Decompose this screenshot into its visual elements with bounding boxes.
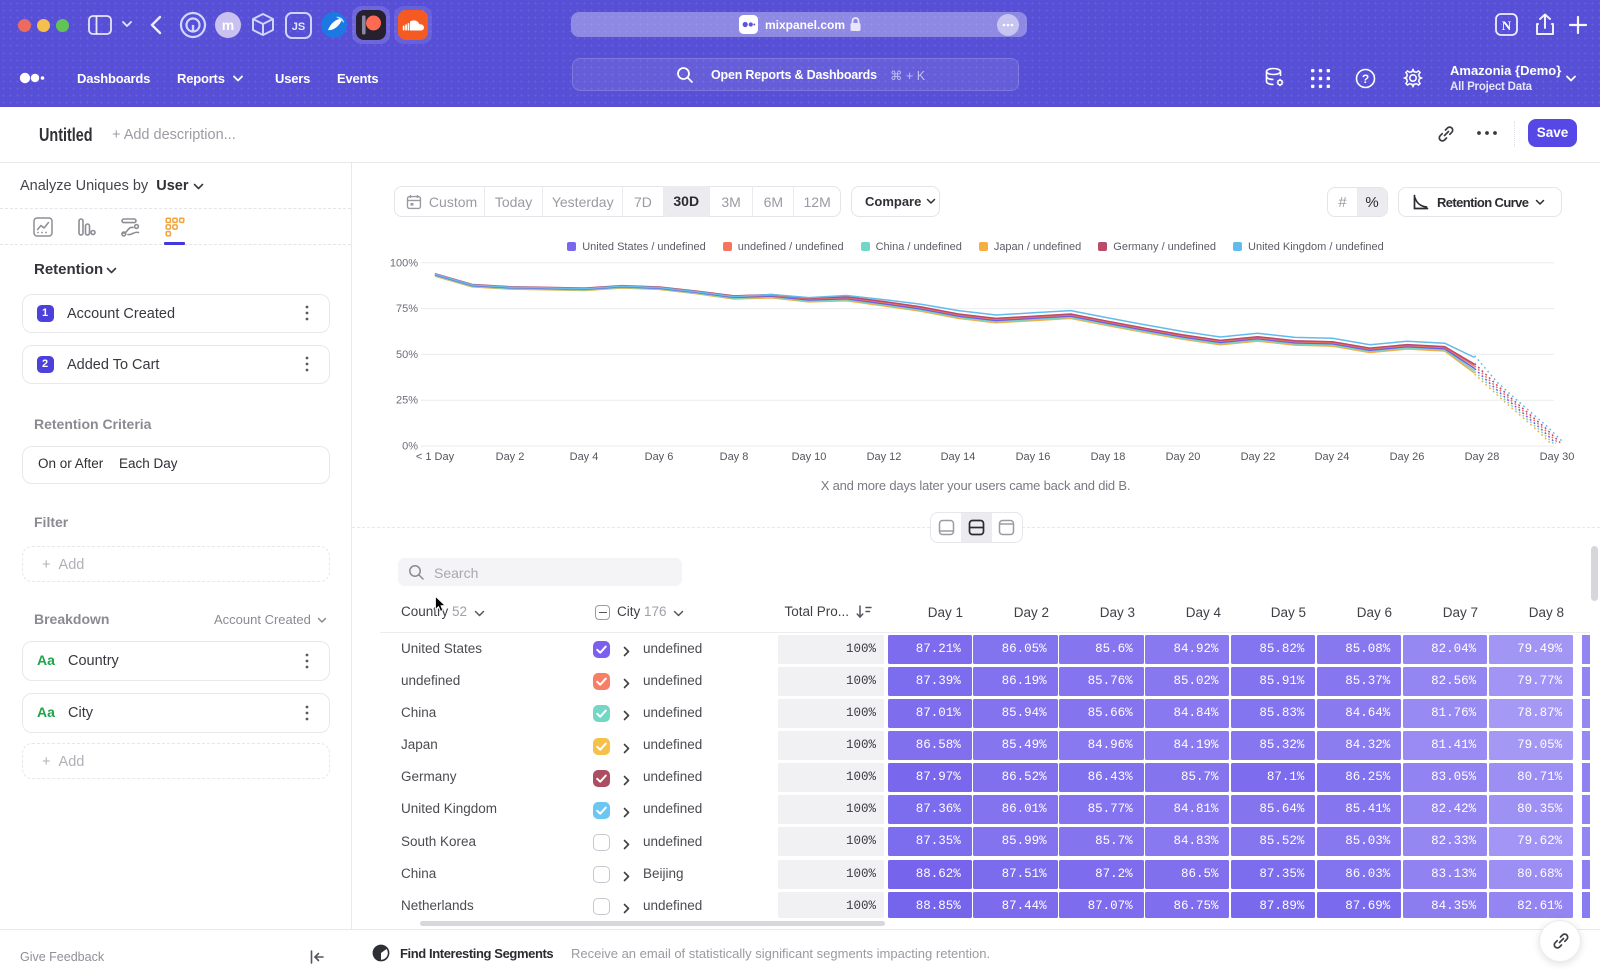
svg-text:Day 6: Day 6 — [645, 451, 674, 463]
svg-text:Day 16: Day 16 — [1016, 451, 1051, 463]
svg-text:Day 30: Day 30 — [1540, 451, 1575, 463]
svg-text:75%: 75% — [396, 303, 418, 315]
svg-text:100%: 100% — [390, 257, 418, 269]
svg-text:Day 8: Day 8 — [720, 451, 749, 463]
svg-text:Day 22: Day 22 — [1241, 451, 1276, 463]
svg-text:Day 12: Day 12 — [867, 451, 902, 463]
svg-text:Day 10: Day 10 — [792, 451, 827, 463]
svg-text:Day 20: Day 20 — [1166, 451, 1201, 463]
svg-text:Day 26: Day 26 — [1390, 451, 1425, 463]
svg-text:Day 14: Day 14 — [941, 451, 976, 463]
svg-text:Day 18: Day 18 — [1091, 451, 1126, 463]
svg-text:25%: 25% — [396, 395, 418, 407]
svg-text:50%: 50% — [396, 349, 418, 361]
svg-text:Day 28: Day 28 — [1465, 451, 1500, 463]
svg-text:Day 2: Day 2 — [496, 451, 525, 463]
svg-text:Day 24: Day 24 — [1315, 451, 1350, 463]
svg-text:Day 4: Day 4 — [570, 451, 599, 463]
svg-text:< 1 Day: < 1 Day — [416, 451, 455, 463]
